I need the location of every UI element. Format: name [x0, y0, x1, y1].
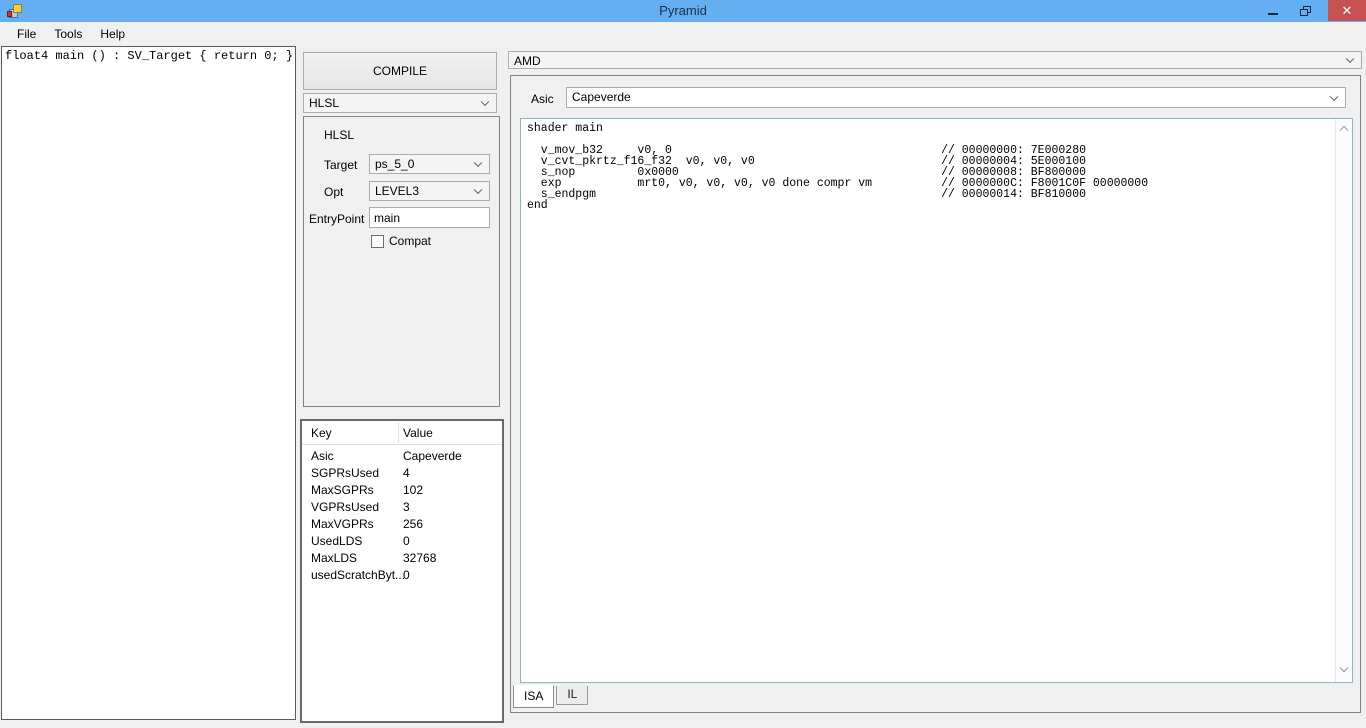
table-row[interactable]: MaxVGPRs 256: [302, 516, 502, 533]
restore-icon: [1299, 5, 1311, 16]
asic-select[interactable]: Capeverde: [566, 87, 1346, 108]
entrypoint-input[interactable]: [369, 207, 490, 228]
hlsl-options-panel: HLSL Target ps_5_0 Opt LEVEL3 EntryPoint…: [303, 116, 500, 407]
menu-file[interactable]: File: [8, 24, 45, 44]
table-row[interactable]: UsedLDS 0: [302, 533, 502, 550]
scrollbar-down-button[interactable]: [1336, 663, 1353, 680]
disassembly-output[interactable]: shader main v_mov_b32 v0, 0 // 00000000:…: [520, 118, 1353, 683]
table-row[interactable]: SGPRsUsed 4: [302, 465, 502, 482]
close-icon: ✕: [1341, 2, 1353, 18]
stats-table: Key Value Asic Capeverde SGPRsUsed 4 MaxSG…: [300, 419, 504, 723]
compat-label: Compat: [389, 234, 432, 248]
column-header-value[interactable]: Value: [403, 426, 433, 440]
compile-button[interactable]: COMPILE: [303, 52, 497, 90]
stats-table-header: Key Value: [302, 421, 502, 445]
source-editor[interactable]: float4 main () : SV_Target { return 0; }: [1, 46, 296, 720]
compat-checkbox[interactable]: [371, 234, 384, 248]
opt-select-value: LEVEL3: [375, 184, 420, 198]
disassembly-text: shader main v_mov_b32 v0, 0 // 00000000:…: [527, 122, 1149, 212]
target-select[interactable]: ps_5_0: [369, 154, 490, 174]
table-row[interactable]: usedScratchByt... 0: [302, 567, 502, 584]
output-panel: Asic Capeverde shader main v_mov_b32 v0,…: [510, 75, 1361, 713]
window-title: Pyramid: [659, 3, 707, 18]
table-row[interactable]: MaxSGPRs 102: [302, 482, 502, 499]
language-select[interactable]: HLSL: [303, 93, 497, 113]
table-row[interactable]: MaxLDS 32768: [302, 550, 502, 567]
close-button[interactable]: ✕: [1328, 0, 1366, 21]
asic-label: Asic: [531, 92, 554, 106]
tab-isa[interactable]: ISA: [513, 685, 555, 708]
scrollbar-up-button[interactable]: [1336, 121, 1353, 138]
title-bar: Pyramid ✕: [0, 0, 1366, 22]
opt-select[interactable]: LEVEL3: [369, 181, 490, 201]
entrypoint-label: EntryPoint: [309, 212, 365, 226]
restore-button[interactable]: [1290, 0, 1320, 21]
asic-select-value: Capeverde: [572, 90, 631, 104]
language-select-value: HLSL: [309, 96, 340, 110]
output-tabstrip: ISA IL: [513, 685, 589, 709]
opt-label: Opt: [324, 185, 344, 199]
target-label: Target: [324, 158, 358, 172]
chevron-down-icon: [1339, 663, 1349, 673]
backend-select-value: AMD: [514, 54, 541, 68]
minimize-button[interactable]: [1258, 0, 1288, 21]
target-select-value: ps_5_0: [375, 157, 415, 171]
menu-bar: File Tools Help: [0, 22, 1366, 46]
minimize-icon: [1268, 12, 1278, 15]
table-row[interactable]: VGPRsUsed 3: [302, 499, 502, 516]
vertical-scrollbar[interactable]: [1335, 119, 1352, 682]
menu-tools[interactable]: Tools: [45, 24, 91, 44]
hlsl-group-label: HLSL: [324, 128, 355, 142]
tab-il[interactable]: IL: [556, 686, 589, 705]
table-row[interactable]: Asic Capeverde: [302, 448, 502, 465]
column-header-key[interactable]: Key: [311, 426, 332, 440]
menu-help[interactable]: Help: [91, 24, 134, 44]
chevron-up-icon: [1339, 125, 1349, 135]
backend-select[interactable]: AMD: [508, 51, 1362, 69]
